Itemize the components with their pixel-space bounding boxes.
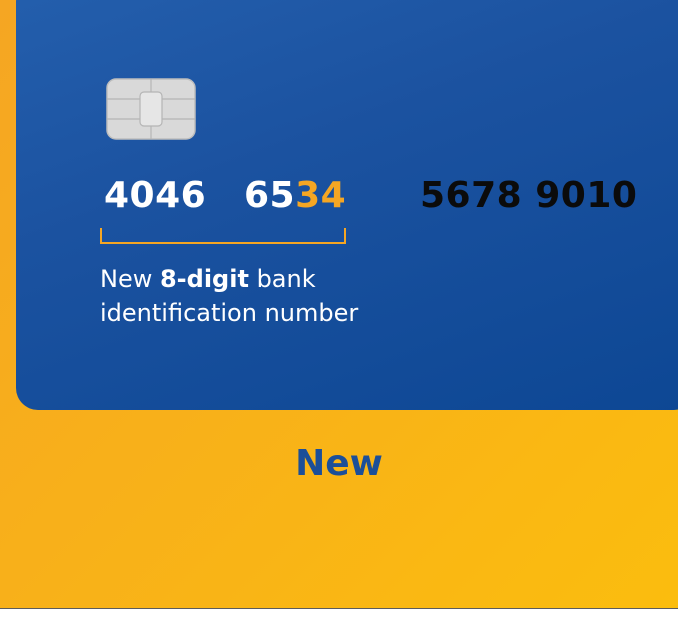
promo-panel: 4046 6534 5678 9010 New 8-digit bank iden… <box>0 0 678 608</box>
bin-note-suffix: bank <box>248 265 316 293</box>
card-number-group-1: 4046 <box>104 175 207 216</box>
bottom-divider <box>0 608 678 609</box>
caption-new: New <box>295 443 383 484</box>
bin-note: New 8-digit bank identification number <box>100 262 400 330</box>
bin-bracket <box>100 228 346 244</box>
emv-chip-icon <box>106 78 196 140</box>
bin-note-emphasis: 8-digit <box>159 265 249 293</box>
bin-note-prefix: New <box>100 265 160 293</box>
bin-note-line-2: identification number <box>100 299 359 327</box>
card-number-group-3: 5678 9010 <box>420 175 638 216</box>
card-number-group-2-plain: 65 <box>244 175 296 216</box>
card-number-group-2-highlight: 34 <box>295 175 347 216</box>
card-number-group-2: 6534 <box>244 172 346 220</box>
bank-card: 4046 6534 5678 9010 New 8-digit bank iden… <box>16 0 678 410</box>
